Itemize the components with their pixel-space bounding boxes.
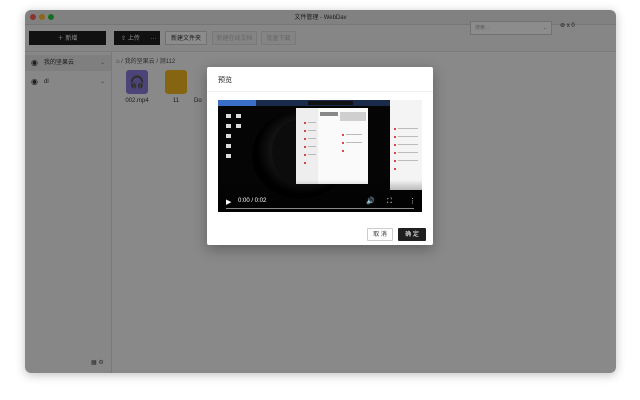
preview-dialog: 预览 ▶ 0:00 / 0:02 🔊 ⛶ ⋮ 取 消 确 定 [207,67,433,245]
dialog-title: 预览 [218,77,232,84]
confirm-button[interactable]: 确 定 [398,228,426,241]
volume-icon[interactable]: 🔊 [366,197,375,205]
more-options-icon[interactable]: ⋮ [409,197,416,205]
video-progress-bar[interactable] [226,208,414,209]
video-player[interactable]: ▶ 0:00 / 0:02 🔊 ⛶ ⋮ [218,100,422,212]
video-time: 0:00 / 0:02 [238,198,267,204]
play-icon[interactable]: ▶ [226,198,231,206]
video-controls: ▶ 0:00 / 0:02 🔊 ⛶ ⋮ [218,180,422,212]
fullscreen-icon[interactable]: ⛶ [387,198,392,206]
cancel-button[interactable]: 取 消 [367,228,393,241]
